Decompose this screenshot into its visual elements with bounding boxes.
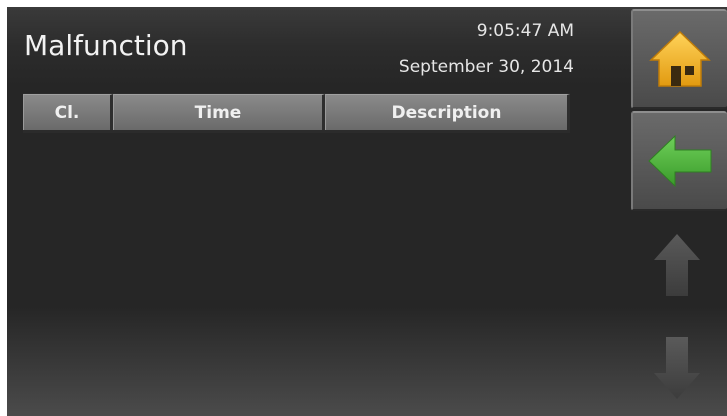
scroll-down-arrow-icon bbox=[654, 337, 700, 399]
scroll-down-button[interactable] bbox=[647, 333, 707, 403]
scroll-up-arrow-icon bbox=[654, 234, 700, 296]
malfunction-table-header: Cl. Time Description bbox=[23, 93, 570, 133]
back-button[interactable] bbox=[631, 111, 727, 211]
main-panel: Malfunction 9:05:47 AM September 30, 201… bbox=[7, 7, 629, 416]
home-icon bbox=[649, 30, 711, 87]
column-header-time[interactable]: Time bbox=[113, 94, 325, 130]
scroll-up-button[interactable] bbox=[647, 230, 707, 300]
clock-date: September 30, 2014 bbox=[398, 57, 574, 77]
home-button[interactable] bbox=[631, 9, 727, 109]
clock-time: 9:05:47 AM bbox=[476, 21, 574, 41]
column-header-description[interactable]: Description bbox=[325, 94, 570, 130]
column-header-class[interactable]: Cl. bbox=[23, 94, 113, 130]
screen: Malfunction 9:05:47 AM September 30, 201… bbox=[7, 7, 727, 416]
back-arrow-icon bbox=[648, 134, 712, 188]
side-navigation bbox=[629, 7, 727, 416]
page-title: Malfunction bbox=[24, 29, 188, 62]
